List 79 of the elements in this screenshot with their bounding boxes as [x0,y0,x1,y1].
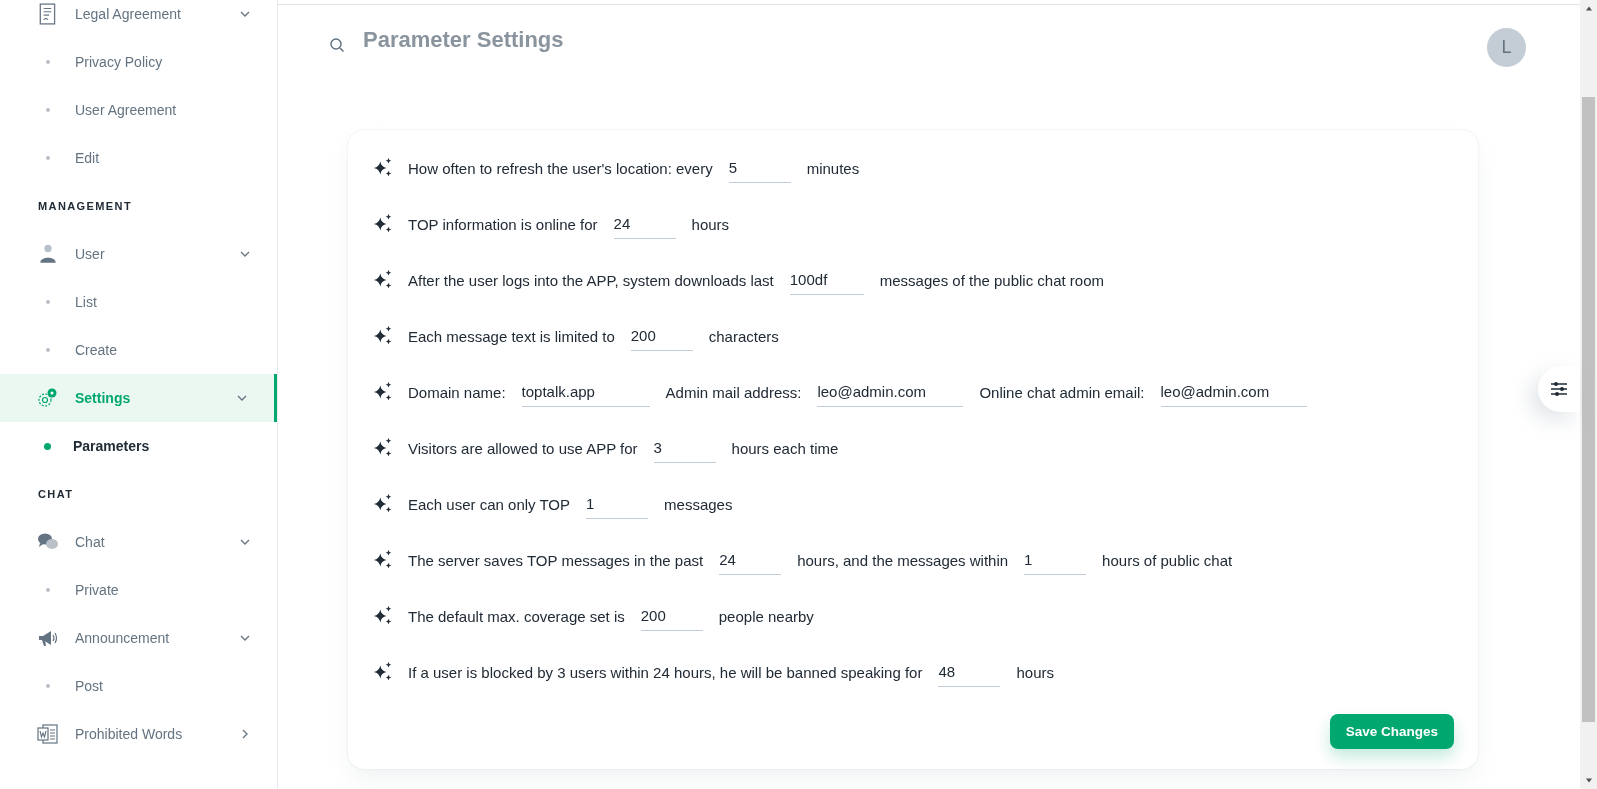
sparkle-icon [372,157,394,179]
sidebar-subitem[interactable]: Edit [0,134,277,182]
setting-label: TOP information is online for [408,215,598,233]
setting-label: Domain name: [408,383,506,401]
setting-label: How often to refresh the user's location: every [408,159,713,177]
setting-label: The default max. coverage set is [408,607,625,625]
setting-label: hours, and the messages within [797,551,1009,569]
sparkle-icon [372,605,394,627]
sparkle-icon [372,381,394,403]
sparkle-icon [372,437,394,459]
setting-label: Each message text is limited to [408,327,615,345]
setting-label: If a user is blocked by 3 users within 24 hours, he will be banned speaking for [408,663,923,681]
input-field[interactable]: 48 [938,657,1001,687]
bullet-icon [46,156,50,160]
sidebar-item[interactable]: Settings [0,374,277,422]
sidebar-item[interactable]: Legal Agreement [0,0,277,38]
bullet-icon [46,300,50,304]
bullet-icon [46,348,50,352]
bullet-icon [46,108,50,112]
sparkle-icon [372,325,394,347]
setting-label: Admin mail address: [665,383,802,401]
sparkle-icon [372,213,394,235]
scrollbar[interactable] [1580,0,1597,789]
gear-icon [37,387,59,409]
sidebar-subitem[interactable]: Create [0,326,277,374]
sidebar-subitem[interactable]: Privacy Policy [0,38,277,86]
avatar[interactable]: L [1487,28,1526,67]
input-field[interactable]: 24 [613,209,676,239]
setting-label: people nearby [718,607,814,625]
input-field[interactable]: 24 [719,545,782,575]
word-document-icon [37,723,59,745]
sparkle-icon [372,269,394,291]
setting-label: minutes [806,159,860,177]
setting-label: After the user logs into the APP, system downloads last [408,271,774,289]
input-field[interactable]: 200 [640,601,703,631]
setting-label: hours [691,215,730,233]
setting-label: hours [1016,663,1054,681]
bullet-icon [46,60,50,64]
section-heading: MANAGEMENT [37,199,134,214]
bullet-icon [44,442,51,450]
sidebar-subitem[interactable]: User Agreement [0,86,277,134]
setting-label: messages of the public chat room [879,271,1105,289]
sidebar-subitem[interactable]: List [0,278,277,326]
setting-label: Online chat admin email: [979,383,1145,401]
sliders-icon [1550,380,1568,398]
input-field[interactable]: 200 [630,321,693,351]
sparkle-icon [372,549,394,571]
setting-label: Each user can only TOP [408,495,571,513]
setting-label: The server saves TOP messages in the past [408,551,704,569]
setting-label: characters [708,327,779,345]
input-field[interactable]: 100df [789,265,864,295]
setting-label: messages [664,495,733,513]
sidebar-item[interactable]: User [0,230,277,278]
sparkle-icon [372,661,394,683]
input-field[interactable]: 3 [653,433,716,463]
input-field[interactable]: leo@admin.com [1160,377,1307,407]
input-field[interactable]: 1 [586,489,649,519]
input-field[interactable]: leo@admin.com [817,377,964,407]
sidebar-item[interactable]: Prohibited Words [0,710,277,758]
save-button[interactable]: Save Changes [1329,714,1454,749]
bullet-icon [46,684,50,688]
user-icon [37,243,59,265]
page-title: Parameter Settings [363,27,564,53]
setting-label: hours of public chat [1102,551,1233,569]
sidebar-subitem[interactable]: Private [0,566,277,614]
sidebar-item[interactable]: Chat [0,518,277,566]
input-field[interactable]: toptalk.app [521,377,650,407]
setting-label: Visitors are allowed to use APP for [408,439,638,457]
input-field[interactable]: 1 [1024,545,1087,575]
section-heading: CHAT [37,487,75,502]
sidebar-item[interactable]: Announcement [0,614,277,662]
input-field[interactable]: 5 [728,153,791,183]
settings-drawer-button[interactable] [1538,366,1580,412]
search-icon[interactable] [329,37,345,53]
sparkle-icon [372,493,394,515]
setting-label: hours each time [731,439,839,457]
sidebar-subitem[interactable]: Parameters [0,422,277,470]
bullet-icon [46,588,50,592]
sidebar-subitem[interactable]: Post [0,662,277,710]
